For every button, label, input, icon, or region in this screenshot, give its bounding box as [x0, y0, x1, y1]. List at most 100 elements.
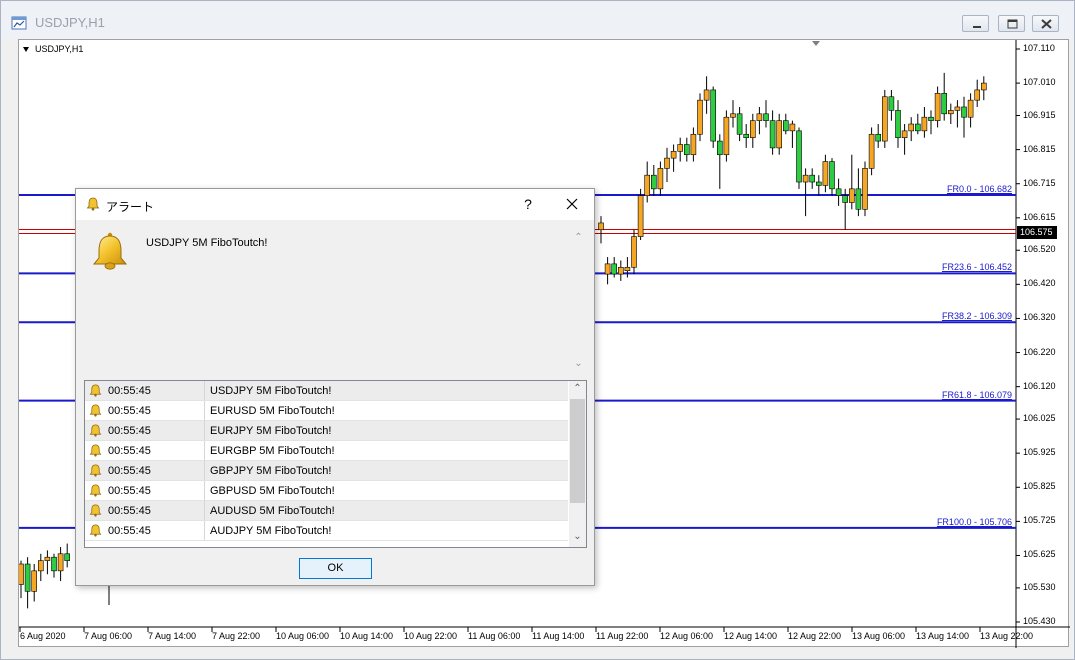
time-tick-label: 13 Aug 22:00 — [980, 631, 1034, 641]
price-tick-label: 106.320 — [1023, 312, 1056, 323]
candle-body — [24, 563, 31, 592]
alert-time: 00:55:45 — [108, 525, 151, 537]
alert-row[interactable]: 00:55:45 EURUSD 5M FiboToutch! — [85, 401, 568, 421]
candle-body — [868, 133, 875, 169]
price-tick-label: 106.615 — [1023, 211, 1056, 222]
candle-body — [848, 188, 855, 203]
candle-body — [967, 99, 974, 118]
candle-body — [756, 113, 763, 121]
alert-time: 00:55:45 — [108, 465, 151, 477]
column-separator — [204, 441, 205, 461]
alert-row[interactable]: 00:55:45 EURGBP 5M FiboToutch! — [85, 441, 568, 461]
candle-body — [954, 106, 961, 111]
candle-body — [677, 144, 684, 152]
scroll-up-icon[interactable]: ⌃ — [569, 381, 586, 397]
candle-body — [670, 151, 677, 159]
help-button[interactable]: ? — [521, 196, 535, 212]
fibo-level-label: FR23.6 - 106.452 — [941, 262, 1012, 273]
price-tick-label: 106.025 — [1023, 413, 1056, 424]
column-separator — [204, 501, 205, 521]
candle-body — [637, 195, 644, 237]
candle-body — [617, 266, 624, 275]
scroll-down-icon[interactable]: ⌄ — [569, 529, 586, 545]
ok-button[interactable]: OK — [299, 558, 372, 579]
list-scrollbar[interactable]: ⌃ ⌄ — [569, 381, 586, 547]
alert-text: AUDJPY 5M FiboToutch! — [210, 525, 332, 537]
candle-body — [908, 123, 915, 132]
bell-icon — [89, 404, 102, 417]
price-tick-label: 105.725 — [1023, 515, 1056, 526]
column-separator — [204, 401, 205, 421]
window-titlebar[interactable]: USDJPY,H1 — [1, 1, 1074, 39]
candle-body — [809, 174, 816, 183]
candle-body — [44, 556, 51, 561]
candle-body — [928, 116, 934, 121]
candle-body — [697, 99, 703, 135]
price-tick-label: 105.625 — [1023, 549, 1056, 560]
bell-icon — [89, 444, 102, 457]
restore-button[interactable] — [998, 15, 1025, 32]
alert-text: EURGBP 5M FiboToutch! — [210, 445, 335, 457]
scroll-down-icon[interactable]: ⌄ — [570, 357, 587, 371]
close-window-button[interactable] — [1032, 15, 1059, 32]
candle-body — [710, 89, 717, 142]
candle-body — [947, 110, 954, 115]
price-tick-label: 106.715 — [1023, 177, 1056, 188]
bell-icon — [89, 384, 102, 397]
time-tick-label: 10 Aug 06:00 — [276, 631, 330, 641]
candle-body — [789, 123, 796, 132]
candle-body — [690, 133, 697, 156]
candle-body — [888, 96, 895, 111]
time-tick-label: 13 Aug 06:00 — [852, 631, 906, 641]
candle-body — [749, 120, 756, 138]
price-tick-label: 105.530 — [1023, 581, 1056, 592]
candle-body — [683, 144, 690, 156]
window-title: USDJPY,H1 — [35, 15, 105, 30]
price-tick-label: 106.420 — [1023, 278, 1056, 289]
close-icon[interactable] — [564, 196, 580, 212]
price-tick-label: 106.220 — [1023, 346, 1056, 357]
fibo-level-label: FR100.0 - 105.706 — [936, 516, 1012, 527]
alert-time: 00:55:45 — [108, 405, 151, 417]
alert-time: 00:55:45 — [108, 425, 151, 437]
candle-body — [881, 96, 888, 142]
price-tick-label: 107.010 — [1023, 77, 1056, 88]
alert-row[interactable]: 00:55:45 AUDUSD 5M FiboToutch! — [85, 501, 568, 521]
time-tick-label: 7 Aug 06:00 — [84, 631, 133, 641]
candle-body — [901, 130, 908, 138]
dialog-titlebar[interactable]: アラート ? — [76, 189, 594, 220]
minimize-icon — [973, 26, 981, 28]
alert-list[interactable]: 00:55:45 USDJPY 5M FiboToutch! 00:55:45 EUR… — [84, 380, 587, 548]
time-tick-label: 12 Aug 14:00 — [724, 631, 778, 641]
alert-row[interactable]: 00:55:45 AUDJPY 5M FiboToutch! — [85, 521, 568, 541]
scrollbar-thumb[interactable] — [570, 399, 585, 503]
column-separator — [204, 421, 205, 441]
alert-text: EURUSD 5M FiboToutch! — [210, 405, 335, 417]
candle-body — [57, 553, 64, 572]
bell-large-icon — [92, 232, 128, 270]
time-tick-label: 6 Aug 2020 — [20, 631, 66, 641]
symbol-dropdown-icon[interactable] — [23, 47, 29, 52]
alert-row[interactable]: 00:55:45 EURJPY 5M FiboToutch! — [85, 421, 568, 441]
time-tick-label: 13 Aug 14:00 — [916, 631, 970, 641]
alert-time: 00:55:45 — [108, 445, 151, 457]
alert-text: USDJPY 5M FiboToutch! — [210, 385, 332, 397]
alert-row[interactable]: 00:55:45 GBPUSD 5M FiboToutch! — [85, 481, 568, 501]
candle-body — [934, 93, 941, 121]
candle-body — [64, 553, 71, 561]
bell-icon — [89, 424, 102, 437]
minimize-button[interactable] — [962, 15, 989, 32]
candle-body — [604, 263, 611, 275]
candle-body — [631, 236, 637, 268]
message-scrollbar[interactable]: ⌃ ⌄ — [570, 229, 587, 375]
alert-row[interactable]: 00:55:45 USDJPY 5M FiboToutch! — [85, 381, 568, 401]
scroll-up-icon[interactable]: ⌃ — [570, 231, 587, 245]
column-separator — [204, 381, 205, 401]
price-tick-label: 105.430 — [1023, 616, 1056, 626]
candle-body — [650, 174, 657, 190]
restore-icon — [1007, 19, 1018, 29]
candle-body — [776, 120, 783, 149]
row-divider — [85, 540, 568, 541]
candle-body — [961, 106, 967, 118]
alert-row[interactable]: 00:55:45 GBPJPY 5M FiboToutch! — [85, 461, 568, 481]
